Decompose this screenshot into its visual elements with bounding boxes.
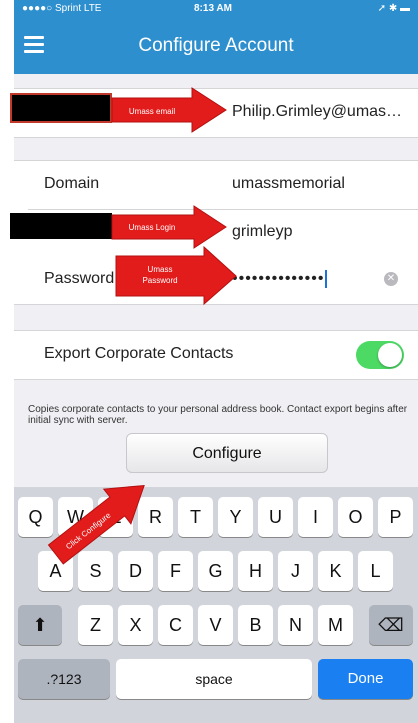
key-z[interactable]: Z (78, 605, 113, 645)
text-cursor (325, 270, 328, 288)
key-k[interactable]: K (318, 551, 353, 591)
redacted-label (10, 93, 112, 123)
key-y[interactable]: Y (218, 497, 253, 537)
configure-button[interactable]: Configure (126, 433, 328, 473)
password-field[interactable]: •••••••••••••• (232, 270, 328, 288)
key-h[interactable]: H (238, 551, 273, 591)
key-x[interactable]: X (118, 605, 153, 645)
delete-key-icon[interactable]: ⌫ (369, 605, 413, 645)
key-g[interactable]: G (198, 551, 233, 591)
battery-icon: ➚ ✱ ▬ (377, 3, 410, 14)
nav-bar: Configure Account (14, 18, 418, 74)
numbers-key[interactable]: .?123 (18, 659, 110, 699)
export-contacts-label: Export Corporate Contacts (44, 345, 234, 362)
key-b[interactable]: B (238, 605, 273, 645)
key-f[interactable]: F (158, 551, 193, 591)
annotation-login-text: Umass Login (129, 223, 176, 232)
annotation-arrow-password: Umass Password (115, 246, 237, 306)
key-i[interactable]: I (298, 497, 333, 537)
annotation-arrow-configure: Click Configure (47, 484, 145, 565)
key-n[interactable]: N (278, 605, 313, 645)
status-time: 8:13 AM (194, 3, 232, 14)
annotation-arrow-email: Umass email (111, 87, 227, 133)
export-contacts-toggle[interactable] (356, 341, 404, 369)
key-p[interactable]: P (378, 497, 413, 537)
email-field[interactable]: Philip.Grimley@umas… (232, 103, 402, 121)
annotation-email-text: Umass email (129, 107, 175, 116)
annotation-password-text-1: Umass (148, 265, 173, 274)
redacted-label (10, 213, 112, 239)
annotation-password-text-2: Password (142, 276, 177, 285)
key-j[interactable]: J (278, 551, 313, 591)
status-bar: ●●●●○ Sprint LTE 8:13 AM ➚ ✱ ▬ (14, 0, 418, 18)
space-key[interactable]: space (116, 659, 312, 699)
key-o[interactable]: O (338, 497, 373, 537)
key-l[interactable]: L (358, 551, 393, 591)
key-c[interactable]: C (158, 605, 193, 645)
domain-field[interactable]: umassmemorial (232, 175, 345, 193)
login-field[interactable]: grimleyp (232, 223, 292, 241)
shift-key-icon[interactable]: ⬆ (18, 605, 62, 645)
carrier-signal: ●●●●○ Sprint LTE (22, 3, 102, 14)
key-v[interactable]: V (198, 605, 233, 645)
done-key[interactable]: Done (318, 659, 413, 699)
domain-label: Domain (44, 175, 100, 192)
page-title: Configure Account (138, 35, 294, 56)
password-label: Password (44, 270, 115, 287)
export-contacts-row: Export Corporate Contacts (14, 330, 418, 380)
key-t[interactable]: T (178, 497, 213, 537)
annotation-arrow-login: Umass Login (111, 205, 227, 249)
export-note: Copies corporate contacts to your person… (28, 404, 408, 426)
clear-text-icon[interactable]: ✕ (384, 272, 398, 286)
key-u[interactable]: U (258, 497, 293, 537)
key-m[interactable]: M (318, 605, 353, 645)
